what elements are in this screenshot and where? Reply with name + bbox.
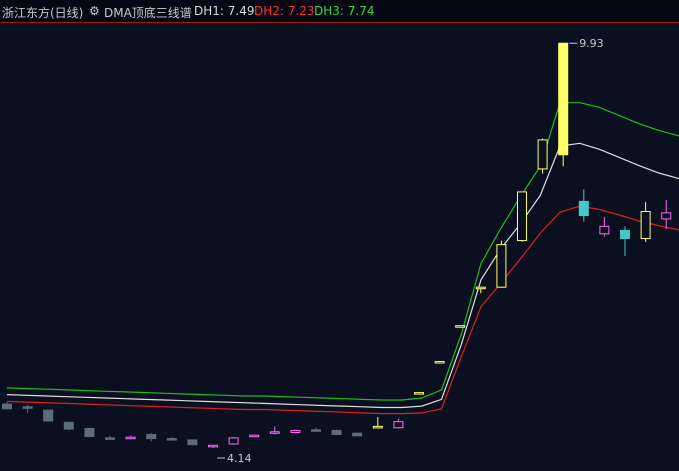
- gear-icon[interactable]: ⚙: [89, 4, 100, 18]
- candle-body: [331, 429, 342, 436]
- candle-body: [640, 211, 651, 240]
- candle-body: [146, 434, 157, 440]
- dh1-value: DH1: 7.49: [194, 4, 255, 18]
- candle-body: [84, 427, 95, 438]
- candle-body: [558, 42, 569, 156]
- candle-body: [434, 361, 445, 364]
- candle-body: [537, 139, 548, 170]
- candle-body: [22, 406, 33, 409]
- candle-body: [475, 286, 486, 290]
- candle-body: [2, 403, 12, 410]
- dh2-value: DH2: 7.23: [254, 4, 315, 18]
- candle-body: [517, 191, 527, 242]
- stock-title[interactable]: 浙江东方(日线): [2, 4, 83, 21]
- candle-body: [372, 425, 383, 429]
- candle-body: [599, 225, 610, 235]
- candle-body: [496, 244, 507, 288]
- dh3-value: DH3: 7.74: [314, 4, 375, 18]
- candle-body: [352, 432, 363, 437]
- candle-body: [43, 409, 54, 422]
- candle-body: [187, 439, 198, 446]
- candle-body: [578, 200, 589, 217]
- candle-body: [393, 421, 404, 429]
- candle-body: [620, 229, 630, 240]
- candle-body: [125, 436, 136, 440]
- dh2-line: [6, 205, 679, 415]
- max-price-label: 9.93: [579, 37, 604, 50]
- candle-body: [228, 437, 239, 445]
- candle-body: [208, 444, 218, 448]
- min-price-label: 4.14: [227, 452, 252, 465]
- candle-body: [290, 429, 301, 433]
- dh3-line: [6, 102, 679, 401]
- candle-body: [105, 437, 115, 440]
- indicator-header: 浙江东方(日线) ⚙ DMA顶底三线谱 DH1: 7.49 DH2: 7.23 …: [0, 0, 679, 23]
- candlestick-chart[interactable]: 9.93 4.14: [0, 23, 679, 471]
- candle-body: [63, 421, 74, 430]
- candle-body: [249, 434, 260, 438]
- candle-body: [166, 438, 177, 441]
- dh1-line: [6, 142, 679, 409]
- candle-body: [661, 212, 672, 220]
- candle-body: [455, 325, 466, 328]
- candle-body: [269, 431, 280, 434]
- candle-body: [311, 429, 321, 432]
- chart-window: 浙江东方(日线) ⚙ DMA顶底三线谱 DH1: 7.49 DH2: 7.23 …: [0, 0, 679, 471]
- indicator-name[interactable]: DMA顶底三线谱: [104, 4, 192, 21]
- candle-body: [414, 392, 424, 395]
